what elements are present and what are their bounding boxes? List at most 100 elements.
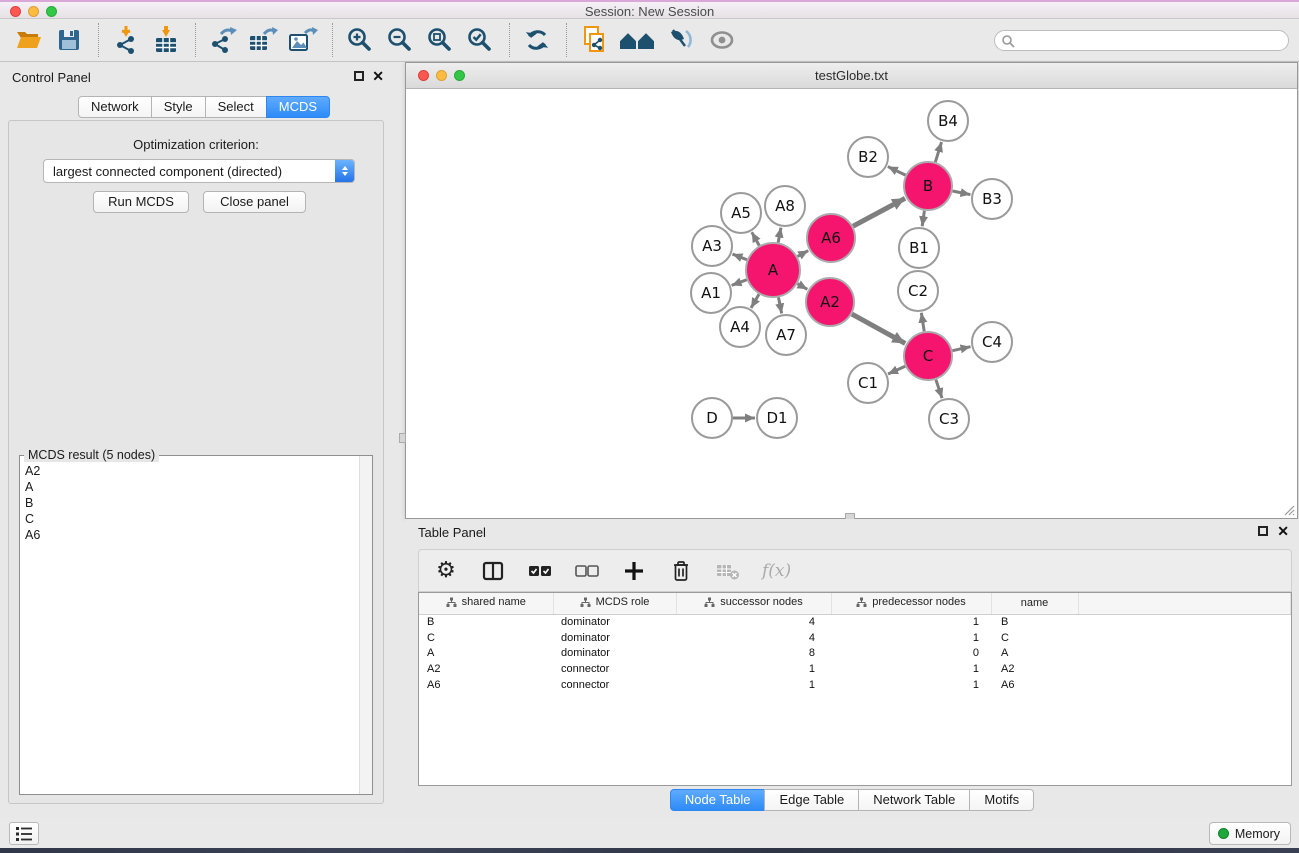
table-cell[interactable]: A6 xyxy=(419,677,553,693)
export-network-icon[interactable] xyxy=(206,23,240,57)
close-panel-button[interactable]: Close panel xyxy=(203,191,306,213)
select-all-icon[interactable] xyxy=(527,558,553,584)
zoom-fit-icon[interactable] xyxy=(423,23,457,57)
graph-node-B1[interactable]: B1 xyxy=(899,228,939,268)
table-cell[interactable]: 0 xyxy=(831,646,991,662)
float-panel-icon[interactable] xyxy=(354,71,364,81)
function-builder-fx-icon[interactable]: f(x) xyxy=(762,561,791,581)
table-cell[interactable]: A6 xyxy=(991,677,1078,693)
table-cell[interactable]: 8 xyxy=(676,646,831,662)
float-table-panel-icon[interactable] xyxy=(1258,526,1268,536)
table-row[interactable]: Cdominator41C xyxy=(419,630,1291,646)
graph-node-A5[interactable]: A5 xyxy=(721,193,761,233)
close-table-panel-icon[interactable]: ✕ xyxy=(1277,526,1289,536)
graph-edge-B-B2[interactable] xyxy=(888,167,906,176)
table-cell[interactable]: C xyxy=(991,630,1078,646)
table-row[interactable]: Adominator80A xyxy=(419,646,1291,662)
graph-node-C4[interactable]: C4 xyxy=(972,322,1012,362)
graph-edge-B-B4[interactable] xyxy=(935,142,941,162)
graph-node-B3[interactable]: B3 xyxy=(972,179,1012,219)
table-row[interactable]: A2connector11A2 xyxy=(419,661,1291,677)
tab-select[interactable]: Select xyxy=(205,96,267,118)
tab-network-table[interactable]: Network Table xyxy=(858,789,970,811)
show-columns-icon[interactable] xyxy=(480,558,506,584)
graph-node-B4[interactable]: B4 xyxy=(928,101,968,141)
graph-edge-B-B1[interactable] xyxy=(922,211,924,226)
column-header-successor-nodes[interactable]: successor nodes xyxy=(676,593,831,614)
graph-node-A[interactable]: A xyxy=(746,243,800,297)
table-cell[interactable]: 1 xyxy=(676,661,831,677)
table-cell[interactable]: 1 xyxy=(831,661,991,677)
graph-edge-C-C1[interactable] xyxy=(888,366,905,374)
table-cell[interactable]: 1 xyxy=(676,677,831,693)
tab-network[interactable]: Network xyxy=(78,96,152,118)
table-cell[interactable]: A2 xyxy=(419,661,553,677)
graph-edge-A-A4[interactable] xyxy=(751,294,759,308)
table-cell[interactable]: 1 xyxy=(831,677,991,693)
delete-table-icon[interactable] xyxy=(715,558,741,584)
table-cell[interactable]: 4 xyxy=(676,630,831,646)
graph-edge-A-A3[interactable] xyxy=(732,254,746,260)
open-folder-icon[interactable] xyxy=(12,23,46,57)
table-cell[interactable]: A xyxy=(419,646,553,662)
table-cell[interactable]: C xyxy=(419,630,553,646)
graph-node-A1[interactable]: A1 xyxy=(691,273,731,313)
graph-edge-A6-B[interactable] xyxy=(853,198,905,226)
vertical-divider-handle[interactable] xyxy=(399,433,406,443)
deselect-all-icon[interactable] xyxy=(574,558,600,584)
search-input[interactable] xyxy=(1015,34,1288,48)
result-item[interactable]: B xyxy=(21,495,358,511)
graph-edge-A-A6[interactable] xyxy=(798,251,809,257)
graph-node-B[interactable]: B xyxy=(904,162,952,210)
graph-node-D1[interactable]: D1 xyxy=(757,398,797,438)
graph-node-A3[interactable]: A3 xyxy=(692,226,732,266)
duplicate-network-icon[interactable] xyxy=(577,23,611,57)
resize-grip-icon[interactable] xyxy=(1281,502,1295,516)
delete-column-trash-icon[interactable] xyxy=(668,558,694,584)
graph-edge-A-A1[interactable] xyxy=(732,280,747,286)
graph-node-A7[interactable]: A7 xyxy=(766,315,806,355)
task-history-button[interactable] xyxy=(9,822,39,845)
criterion-dropdown[interactable]: largest connected component (directed) xyxy=(43,159,355,183)
graph-node-A2[interactable]: A2 xyxy=(806,278,854,326)
table-cell[interactable]: connector xyxy=(553,677,676,693)
export-table-icon[interactable] xyxy=(246,23,280,57)
table-cell[interactable]: 1 xyxy=(831,630,991,646)
table-cell[interactable]: B xyxy=(991,614,1078,630)
table-cell[interactable]: B xyxy=(419,614,553,630)
graph-node-A4[interactable]: A4 xyxy=(720,307,760,347)
column-header-mcds-role[interactable]: MCDS role xyxy=(553,593,676,614)
table-settings-gear-icon[interactable]: ⚙ xyxy=(433,558,459,584)
graph-edge-A-A8[interactable] xyxy=(778,228,781,243)
graph-edge-C-C3[interactable] xyxy=(936,380,942,398)
graph-edge-C-C2[interactable] xyxy=(921,313,924,332)
first-neighbors-icon[interactable] xyxy=(617,23,659,57)
table-cell[interactable]: A xyxy=(991,646,1078,662)
zoom-out-icon[interactable] xyxy=(383,23,417,57)
result-scrollbar[interactable] xyxy=(359,456,372,794)
memory-button[interactable]: Memory xyxy=(1209,822,1291,845)
graph-node-A8[interactable]: A8 xyxy=(765,186,805,226)
graph-edge-A-A5[interactable] xyxy=(752,232,760,245)
result-item[interactable]: A2 xyxy=(21,463,358,479)
graph-node-C2[interactable]: C2 xyxy=(898,271,938,311)
result-item[interactable]: A6 xyxy=(21,527,358,543)
graph-edge-C-C4[interactable] xyxy=(952,347,970,351)
tab-edge-table[interactable]: Edge Table xyxy=(764,789,859,811)
run-mcds-button[interactable]: Run MCDS xyxy=(93,191,189,213)
graph-edge-A-A7[interactable] xyxy=(778,297,781,313)
graph-node-D[interactable]: D xyxy=(692,398,732,438)
search-field[interactable] xyxy=(994,30,1289,51)
import-table-icon[interactable] xyxy=(149,23,183,57)
table-cell[interactable]: dominator xyxy=(553,630,676,646)
graph-node-C3[interactable]: C3 xyxy=(929,399,969,439)
tab-mcds[interactable]: MCDS xyxy=(266,96,330,118)
table-cell[interactable]: dominator xyxy=(553,614,676,630)
tab-motifs[interactable]: Motifs xyxy=(969,789,1034,811)
tab-style[interactable]: Style xyxy=(151,96,206,118)
table-row[interactable]: A6connector11A6 xyxy=(419,677,1291,693)
graph-edge-A-A2[interactable] xyxy=(797,284,807,290)
table-row[interactable]: Bdominator41B xyxy=(419,614,1291,630)
hide-selected-icon[interactable] xyxy=(665,23,699,57)
table-cell[interactable]: dominator xyxy=(553,646,676,662)
